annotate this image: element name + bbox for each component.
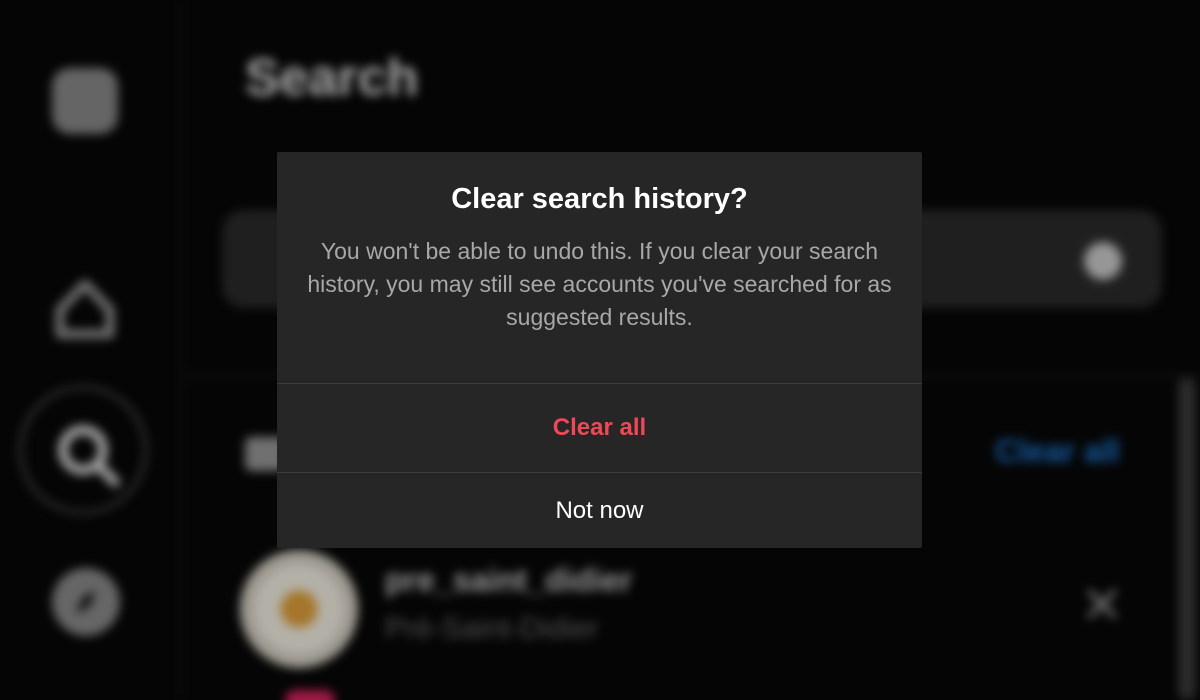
close-icon[interactable] (1082, 584, 1122, 624)
scrollbar[interactable] (1178, 378, 1196, 700)
recent-result-username[interactable]: pre_saint_didier (385, 562, 632, 599)
recent-result-fullname: Pré-Saint-Didier (385, 612, 599, 645)
search-icon (58, 425, 120, 487)
clear-history-dialog: Clear search history? You won't be able … (277, 152, 922, 548)
compass-icon[interactable] (52, 568, 120, 636)
recent-clear-all-link[interactable]: Clear all (995, 433, 1120, 470)
sidebar-nav (0, 0, 182, 700)
next-result-avatar (285, 690, 335, 700)
not-now-button[interactable]: Not now (277, 473, 922, 548)
screen: Search Clear all pre_saint_didier Pré-Sa… (0, 0, 1200, 700)
instagram-logo-icon[interactable] (52, 68, 118, 134)
clear-all-button[interactable]: Clear all (277, 384, 922, 472)
clear-input-icon[interactable] (1084, 242, 1122, 280)
search-panel-title: Search (245, 49, 419, 107)
dialog-message: You won't be able to undo this. If you c… (307, 238, 892, 330)
nav-search-active[interactable] (18, 385, 148, 515)
home-icon[interactable] (50, 272, 120, 342)
avatar[interactable] (240, 550, 358, 668)
dialog-title: Clear search history? (451, 183, 748, 215)
